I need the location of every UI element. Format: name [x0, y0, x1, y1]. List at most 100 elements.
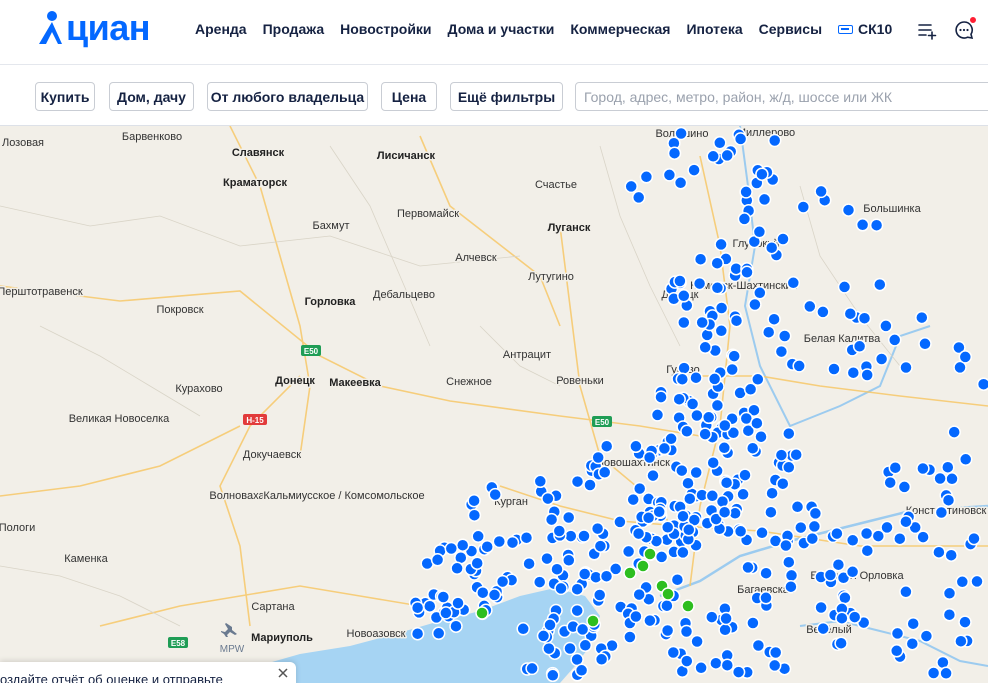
listing-marker[interactable] [495, 574, 510, 589]
listing-marker[interactable] [410, 626, 425, 641]
listing-marker[interactable] [755, 526, 769, 540]
listing-marker[interactable] [776, 232, 790, 246]
listing-marker[interactable] [629, 439, 643, 454]
listing-marker[interactable] [720, 658, 735, 672]
listing-marker[interactable] [706, 455, 720, 470]
listing-marker[interactable] [860, 368, 874, 382]
listing-marker[interactable] [967, 531, 981, 546]
listing-marker[interactable] [899, 514, 913, 529]
listing-marker[interactable] [451, 596, 465, 610]
listing-marker[interactable] [476, 585, 490, 600]
listing-marker[interactable] [845, 565, 860, 579]
listing-marker[interactable] [705, 489, 720, 503]
listing-marker[interactable] [594, 652, 609, 667]
nav-mortgage[interactable]: Ипотека [686, 21, 742, 37]
listing-marker[interactable] [905, 636, 920, 651]
listing-marker[interactable] [554, 581, 568, 596]
listing-marker[interactable] [752, 225, 767, 239]
nav-houses-plots[interactable]: Дома и участки [448, 21, 555, 37]
listing-marker[interactable] [852, 339, 867, 354]
listing-marker[interactable] [676, 545, 690, 560]
listing-marker[interactable] [827, 362, 841, 376]
listing-marker[interactable] [685, 397, 700, 411]
listing-marker[interactable] [843, 306, 858, 321]
listing-marker[interactable] [694, 661, 708, 675]
listing-marker[interactable] [782, 460, 796, 475]
listing-marker[interactable] [880, 520, 894, 535]
listing-marker[interactable] [757, 192, 772, 207]
listing-marker[interactable] [764, 240, 779, 255]
listing-marker[interactable] [654, 390, 668, 404]
listing-marker[interactable] [642, 450, 657, 465]
listing-marker[interactable] [731, 665, 746, 679]
listing-marker[interactable] [823, 568, 838, 582]
listing-marker[interactable] [767, 312, 781, 326]
listing-marker[interactable] [641, 511, 656, 525]
listing-marker[interactable] [837, 280, 852, 294]
listing-marker[interactable] [733, 132, 748, 146]
listing-marker[interactable] [593, 539, 608, 553]
listing-marker[interactable] [710, 281, 725, 295]
nav-ck10[interactable]: СК10 [838, 21, 892, 37]
listing-marker[interactable] [717, 441, 732, 455]
listing-marker[interactable] [698, 427, 712, 441]
listing-marker[interactable] [542, 641, 556, 656]
listing-marker[interactable] [690, 408, 704, 423]
listing-marker[interactable] [845, 533, 860, 548]
listing-marker[interactable] [784, 579, 798, 594]
listing-marker[interactable] [577, 529, 591, 543]
listing-marker[interactable] [621, 544, 636, 559]
listing-marker[interactable] [745, 441, 760, 455]
listing-marker[interactable] [546, 668, 560, 683]
listing-marker[interactable] [705, 610, 719, 624]
listing-marker[interactable] [814, 600, 828, 615]
listing-marker[interactable] [736, 487, 750, 502]
listing-marker[interactable] [739, 185, 753, 199]
listing-marker[interactable] [680, 424, 694, 439]
listing-marker[interactable] [681, 476, 695, 490]
listing-marker[interactable] [718, 623, 732, 637]
nav-sale[interactable]: Продажа [263, 21, 325, 37]
listing-marker[interactable] [779, 538, 793, 553]
listing-marker[interactable] [707, 372, 722, 386]
listing-marker[interactable] [467, 508, 482, 522]
listing-marker[interactable] [944, 548, 958, 562]
listing-marker[interactable] [563, 641, 577, 656]
listing-marker[interactable] [899, 360, 913, 375]
nav-new-buildings[interactable]: Новостройки [340, 21, 431, 37]
listing-marker[interactable] [748, 297, 762, 312]
listing-marker[interactable] [942, 586, 957, 601]
listing-marker[interactable] [444, 541, 459, 556]
listing-marker[interactable] [455, 538, 470, 552]
nav-rent[interactable]: Аренда [195, 21, 247, 37]
new-listing-marker[interactable] [623, 566, 637, 580]
listing-marker[interactable] [450, 561, 464, 576]
listing-marker[interactable] [439, 606, 453, 620]
listing-marker[interactable] [701, 410, 716, 425]
listing-marker[interactable] [719, 611, 733, 626]
listing-marker[interactable] [741, 560, 755, 575]
deal-type-filter[interactable]: Купить [35, 82, 95, 111]
listing-marker[interactable] [790, 500, 805, 514]
listing-marker[interactable] [449, 619, 463, 633]
listing-marker[interactable] [570, 582, 584, 596]
listing-marker[interactable] [889, 644, 904, 658]
listing-marker[interactable] [768, 645, 783, 660]
listing-marker[interactable] [706, 149, 720, 164]
listing-marker[interactable] [846, 365, 861, 380]
property-type-filter[interactable]: Дом, дачу [109, 82, 194, 111]
listing-marker[interactable] [643, 613, 657, 628]
listing-marker[interactable] [519, 530, 534, 545]
listing-marker[interactable] [680, 654, 694, 668]
listing-marker[interactable] [410, 600, 425, 615]
listing-marker[interactable] [710, 256, 724, 270]
listing-marker[interactable] [759, 591, 773, 605]
listing-marker[interactable] [698, 340, 712, 355]
listing-marker[interactable] [738, 468, 752, 482]
owner-filter[interactable]: От любого владельца [207, 82, 368, 111]
listing-marker[interactable] [976, 377, 988, 391]
listing-marker[interactable] [859, 526, 874, 541]
listing-marker[interactable] [737, 212, 752, 226]
listing-marker[interactable] [794, 520, 808, 535]
listing-marker[interactable] [690, 634, 704, 649]
